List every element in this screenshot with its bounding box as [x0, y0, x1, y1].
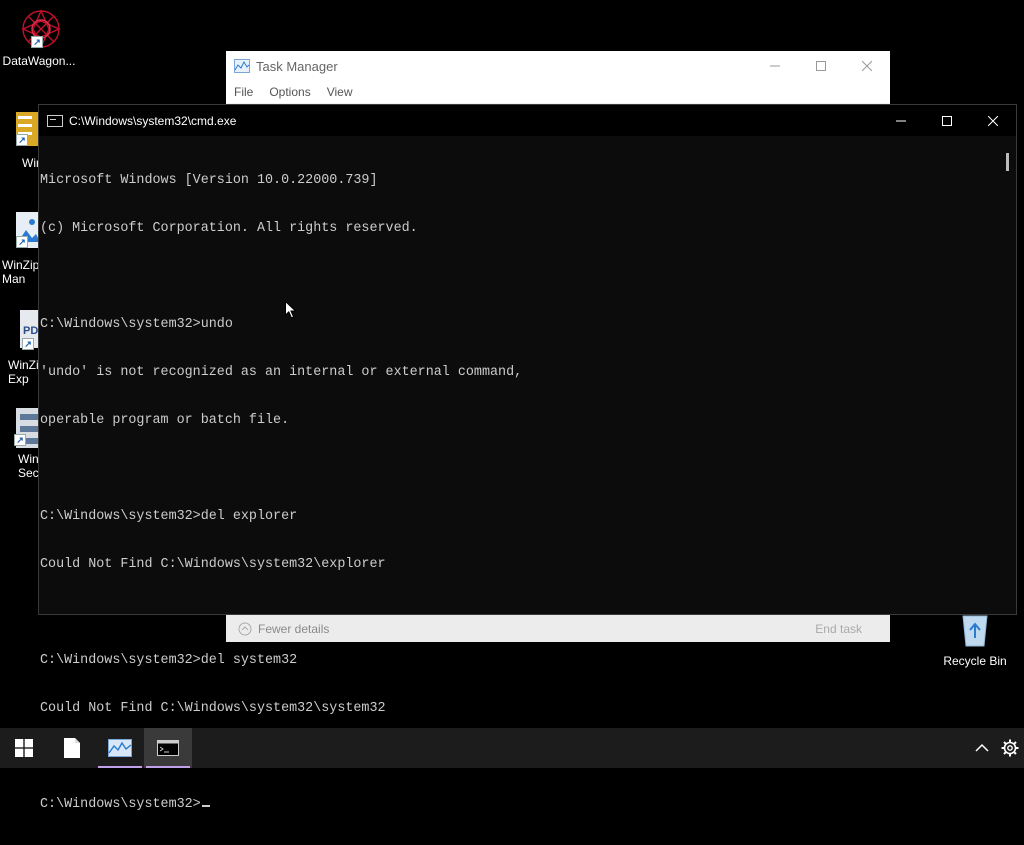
window-title: C:\Windows\system32\cmd.exe [69, 113, 237, 128]
desktop-icon-label: WinZip Man [2, 258, 40, 286]
maximize-button[interactable] [798, 51, 844, 81]
console-prompt-line[interactable]: C:\Windows\system32> [40, 797, 999, 813]
console-prompt: C:\Windows\system32> [40, 797, 201, 812]
task-manager-icon [108, 739, 132, 757]
minimize-icon [896, 120, 906, 121]
close-button[interactable] [844, 51, 890, 81]
menu-view[interactable]: View [319, 85, 361, 99]
start-button[interactable] [0, 728, 48, 768]
cmd-icon [157, 740, 179, 756]
chevron-up-icon [975, 743, 989, 752]
datawagon-icon: ↗ [19, 8, 61, 49]
console-line: (c) Microsoft Corporation. All rights re… [40, 221, 418, 236]
close-icon [862, 61, 872, 71]
console-line: operable program or batch file. [40, 413, 290, 428]
image-manager-icon: ↗ [10, 208, 40, 252]
console-line: Could Not Find C:\Windows\system32\explo… [40, 557, 386, 572]
task-manager-menubar: File Options View [226, 81, 890, 103]
cmd-icon [47, 114, 63, 127]
desktop-icon-winzip-image-manager[interactable]: ↗ WinZip Man [0, 208, 40, 286]
taskbar [0, 728, 1024, 768]
console-line: C:\Windows\system32>undo [40, 317, 233, 332]
cmd-titlebar[interactable]: C:\Windows\system32\cmd.exe [39, 105, 1016, 136]
file-icon [64, 738, 80, 758]
cmd-window[interactable]: C:\Windows\system32\cmd.exe Microsoft Wi… [38, 104, 1017, 812]
console-line: C:\Windows\system32>del system32 [40, 653, 298, 668]
maximize-icon [942, 115, 952, 126]
gear-icon [1001, 739, 1019, 757]
task-manager-icon [234, 59, 250, 73]
taskbar-task-manager[interactable] [96, 728, 144, 768]
vertical-scrollbar[interactable] [999, 136, 1016, 614]
console-line: Microsoft Windows [Version 10.0.22000.73… [40, 173, 378, 188]
scrollbar-thumb[interactable] [1006, 153, 1009, 171]
desktop-icon-winzip-pdf-express[interactable]: PDF ↗ WinZi Exp [6, 304, 45, 386]
minimize-icon [770, 65, 780, 67]
text-cursor [201, 805, 210, 807]
minimize-button[interactable] [752, 51, 798, 81]
menu-file[interactable]: File [226, 85, 261, 99]
desktop-icon-label: DataWagon... [2, 54, 76, 68]
close-icon [988, 115, 998, 126]
taskbar-file[interactable] [48, 728, 96, 768]
console-output[interactable]: Microsoft Windows [Version 10.0.22000.73… [39, 136, 999, 812]
close-button[interactable] [970, 105, 1016, 136]
menu-options[interactable]: Options [261, 85, 318, 99]
desktop-icon-winzip[interactable]: ↗ Wir [8, 110, 42, 170]
console-line: C:\Windows\system32>del explorer [40, 509, 298, 524]
taskbar-cmd[interactable] [144, 728, 192, 768]
tray-settings-button[interactable] [996, 728, 1024, 768]
console-line: 'undo' is not recognized as an internal … [40, 365, 523, 380]
window-title: Task Manager [256, 58, 338, 74]
maximize-icon [816, 61, 826, 71]
minimize-button[interactable] [878, 105, 924, 136]
desktop-icon-datawagon[interactable]: ↗ DataWagon... [2, 8, 76, 68]
maximize-button[interactable] [924, 105, 970, 136]
winzip-icon: ↗ [8, 110, 38, 150]
mouse-pointer-icon [285, 301, 297, 319]
desktop-icon-label: WinZi Exp [8, 358, 39, 386]
task-manager-titlebar[interactable]: Task Manager [226, 51, 890, 81]
console-line: Could Not Find C:\Windows\system32\syste… [40, 701, 386, 716]
windows-logo-icon [15, 739, 33, 757]
tray-overflow-button[interactable] [968, 728, 996, 768]
